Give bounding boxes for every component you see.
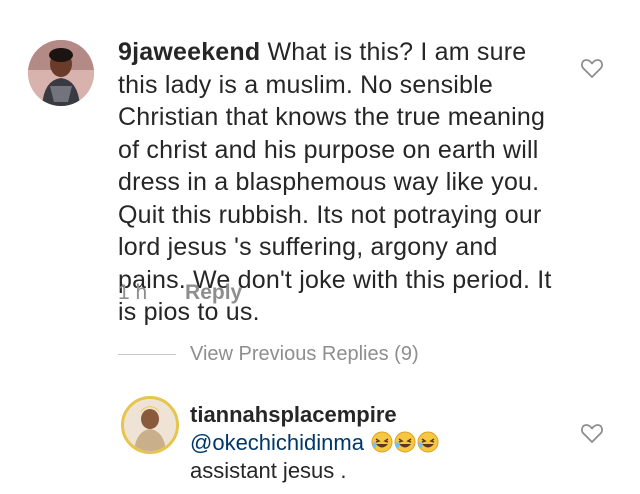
reply-username[interactable]: tiannahsplacempire <box>190 401 570 429</box>
reply-body: tiannahsplacempire @okechichidinma assis… <box>190 401 570 485</box>
reply-button[interactable]: Reply <box>185 281 242 304</box>
comment-avatar[interactable] <box>28 40 94 106</box>
emoji-group <box>370 430 439 455</box>
heart-outline-icon[interactable] <box>580 422 604 444</box>
comment-time: 1 h <box>118 281 148 304</box>
view-previous-replies-label[interactable]: View Previous Replies (9) <box>190 343 419 366</box>
reply-text: assistant jesus . <box>190 458 347 483</box>
reply-avatar[interactable] <box>121 396 179 454</box>
reply-line-1: @okechichidinma <box>190 429 570 457</box>
view-previous-replies[interactable]: View Previous Replies (9) <box>118 342 419 366</box>
mention-link[interactable]: @okechichidinma <box>190 430 364 455</box>
laughing-emoji-icon <box>417 431 439 453</box>
laughing-emoji-icon <box>371 431 393 453</box>
heart-outline-icon[interactable] <box>580 57 604 79</box>
divider-line <box>118 353 176 355</box>
comment-meta: 1 h Reply <box>118 281 242 305</box>
laughing-emoji-icon <box>394 431 416 453</box>
comment-username[interactable]: 9jaweekend <box>118 38 260 66</box>
